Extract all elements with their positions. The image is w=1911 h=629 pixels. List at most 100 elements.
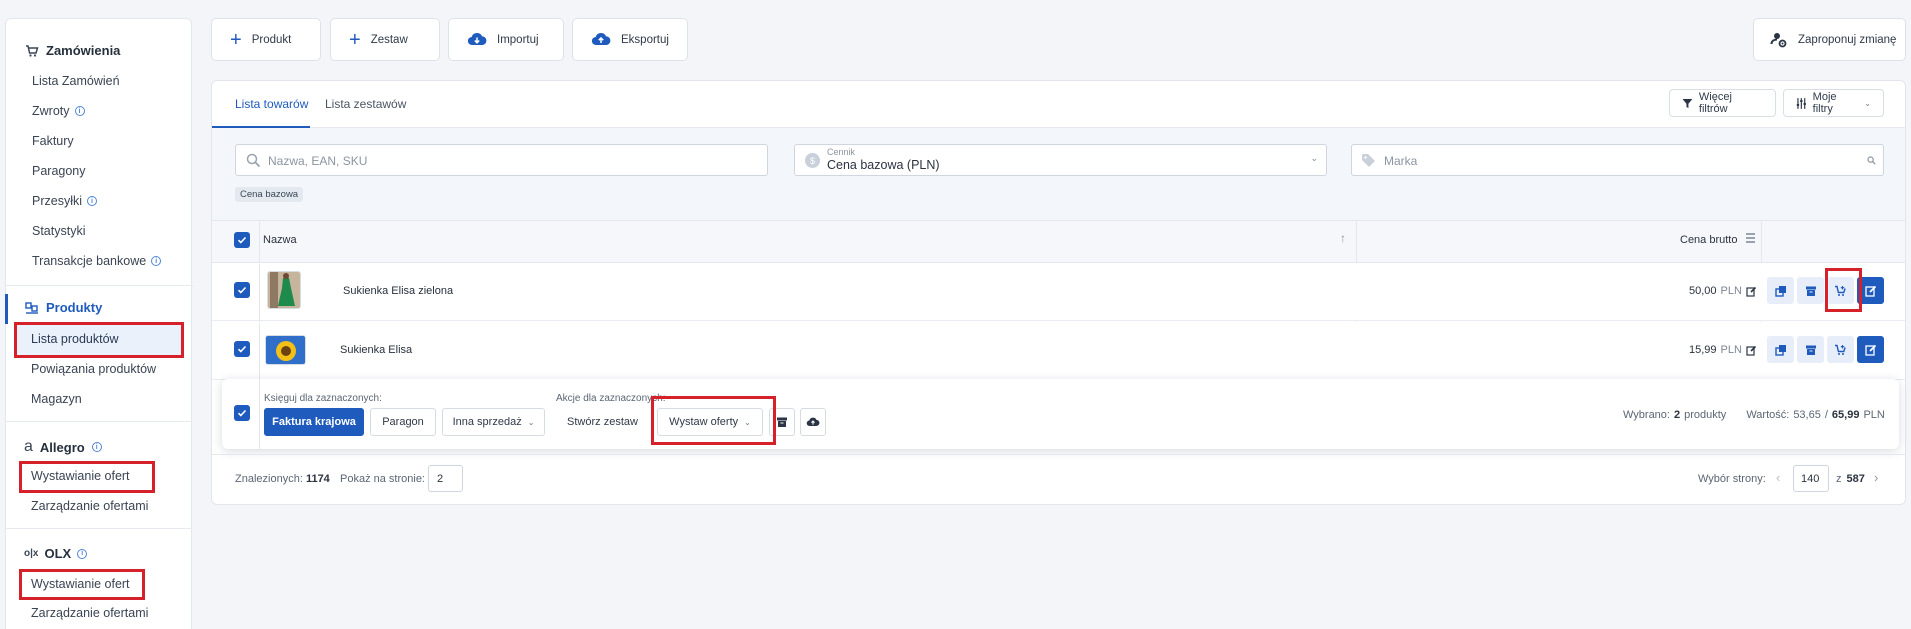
edit-product-button[interactable] — [1857, 277, 1884, 304]
add-product-button[interactable]: + Produkt — [211, 18, 321, 61]
list-offer-button[interactable] — [1827, 336, 1854, 363]
pricelist-value: Cena bazowa (PLN) — [827, 158, 940, 172]
sidebar-item-invoices[interactable]: Faktury — [32, 134, 74, 148]
duplicate-button[interactable] — [1767, 336, 1794, 363]
add-set-button[interactable]: + Zestaw — [330, 18, 440, 61]
receipt-button[interactable]: Paragon — [370, 408, 436, 436]
sidebar-item-product-list[interactable]: Lista produktów — [31, 332, 119, 346]
edit-icon[interactable] — [1746, 286, 1757, 297]
duplicate-button[interactable] — [1767, 277, 1794, 304]
pricelist-select[interactable]: $ Cennik Cena bazowa (PLN) ⌄ — [794, 144, 1327, 176]
sidebar-item-warehouse[interactable]: Magazyn — [31, 392, 82, 406]
sidebar-item-returns[interactable]: Zwroty i — [32, 104, 85, 118]
edit-icon[interactable] — [1746, 345, 1757, 356]
brand-placeholder: Marka — [1384, 154, 1418, 168]
page-input[interactable]: 140 — [1793, 465, 1829, 492]
found-count: Znalezionych: 1174 — [235, 473, 330, 485]
product-thumbnail[interactable] — [267, 271, 301, 309]
create-set-button[interactable]: Stwórz zestaw — [555, 408, 650, 436]
page-select-label: Wybór strony: — [1698, 473, 1766, 485]
sidebar-item-product-relations[interactable]: Powiązania produktów — [31, 362, 156, 376]
more-filters-button[interactable]: Więcej filtrów — [1669, 89, 1776, 117]
info-icon[interactable]: i — [87, 196, 98, 206]
sidebar-item-label: Statystyki — [32, 224, 86, 238]
bulk-archive-button[interactable] — [769, 408, 795, 436]
bulk-select-checkbox[interactable] — [234, 405, 250, 421]
allegro-logo-icon: a — [24, 438, 33, 455]
info-icon[interactable]: i — [151, 256, 162, 266]
product-name[interactable]: Sukienka Elisa — [340, 344, 412, 356]
sidebar-item-statistics[interactable]: Statystyki — [32, 224, 86, 238]
sidebar-item-olx-post-offers[interactable]: Wystawianie ofert — [31, 577, 130, 591]
archive-icon — [1805, 286, 1816, 296]
suggest-change-button[interactable]: Zaproponuj zmianę — [1753, 18, 1906, 61]
list-offer-button[interactable] — [1827, 277, 1854, 304]
import-button[interactable]: Importuj — [448, 18, 564, 61]
sidebar-item-allegro-post-offers[interactable]: Wystawianie ofert — [31, 469, 130, 483]
tab-sets-list[interactable]: Lista zestawów — [325, 97, 406, 111]
info-icon[interactable]: i — [74, 106, 85, 116]
sidebar-item-bank-transactions[interactable]: Transakcje bankowe i — [32, 254, 162, 268]
table-row[interactable] — [212, 263, 1905, 321]
bulk-export-button[interactable] — [800, 408, 826, 436]
column-menu-icon[interactable] — [1746, 233, 1755, 243]
copy-icon — [1774, 285, 1786, 297]
product-thumbnail[interactable] — [265, 335, 306, 365]
my-filters-dropdown[interactable]: Moje filtry ⌄ — [1783, 89, 1884, 117]
cart-add-icon — [1835, 285, 1846, 296]
row-checkbox[interactable] — [234, 341, 250, 357]
other-sale-dropdown[interactable]: Inna sprzedaż ⌄ — [442, 408, 545, 436]
column-header-price[interactable]: Cena brutto — [1680, 234, 1737, 246]
export-button[interactable]: Eksportuj — [572, 18, 688, 61]
filter-chip-base-price[interactable]: Cena bazowa — [235, 187, 304, 202]
sidebar-section-orders[interactable]: Zamówienia — [25, 43, 120, 58]
sort-up-icon[interactable]: ↑ — [1340, 231, 1346, 245]
info-icon[interactable]: i — [91, 442, 102, 452]
chevron-left-icon[interactable]: ‹ — [1776, 470, 1780, 485]
table-row[interactable] — [212, 322, 1905, 380]
found-value: 1174 — [305, 473, 330, 485]
sidebar-section-allegro[interactable]: a Allegro i — [24, 438, 102, 456]
archive-button[interactable] — [1797, 336, 1824, 363]
search-input[interactable]: Nazwa, EAN, SKU — [235, 144, 768, 176]
selection-summary: Wybrano: 2 produkty Wartość: 53,65 / 65,… — [1623, 408, 1885, 422]
info-icon[interactable]: i — [77, 548, 88, 559]
import-label: Importuj — [497, 33, 539, 46]
post-offers-dropdown[interactable]: Wystaw oferty ⌄ — [657, 408, 763, 436]
per-page-input[interactable]: 2 — [428, 465, 463, 492]
value-currency: PLN — [1863, 409, 1885, 421]
value-separator: / — [1824, 409, 1828, 421]
brand-select[interactable]: Marka — [1351, 144, 1884, 176]
olx-logo-icon: o|x — [24, 548, 39, 559]
cloud-upload-icon — [806, 417, 820, 426]
price-currency: PLN — [1720, 285, 1742, 297]
product-price: 50,00 PLN — [1689, 285, 1757, 297]
bulk-divider — [259, 379, 260, 449]
domestic-invoice-button[interactable]: Faktura krajowa — [264, 408, 364, 436]
price-currency: PLN — [1720, 344, 1742, 356]
sidebar-section-products[interactable]: Produkty — [25, 300, 102, 315]
sidebar-section-products-title: Produkty — [46, 300, 103, 315]
chevron-right-icon[interactable]: › — [1874, 470, 1878, 485]
sidebar-section-olx[interactable]: o|x OLX i — [24, 546, 88, 561]
column-divider — [259, 323, 260, 380]
sidebar-item-olx-manage-offers[interactable]: Zarządzanie ofertami — [31, 606, 148, 620]
total-pages: 587 — [1846, 473, 1865, 485]
row-checkbox[interactable] — [234, 282, 250, 298]
sidebar-item-receipts[interactable]: Paragony — [32, 164, 86, 178]
select-all-checkbox[interactable] — [234, 232, 250, 248]
sidebar-item-allegro-manage-offers[interactable]: Zarządzanie ofertami — [31, 499, 148, 513]
check-icon — [237, 286, 247, 294]
product-price: 15,99 PLN — [1689, 344, 1757, 356]
sliders-icon — [1796, 97, 1806, 109]
sidebar-item-orders-list[interactable]: Lista Zamówień — [32, 74, 120, 88]
tab-items-list[interactable]: Lista towarów — [235, 97, 308, 111]
sidebar-item-shipments[interactable]: Przesyłki i — [32, 194, 98, 208]
column-header-name[interactable]: Nazwa — [263, 234, 297, 246]
edit-product-button[interactable] — [1857, 336, 1884, 363]
price-value: 15,99 — [1689, 344, 1717, 356]
archive-button[interactable] — [1797, 277, 1824, 304]
page-of-label: z — [1836, 473, 1842, 485]
product-image-sunflower — [266, 336, 305, 364]
product-name[interactable]: Sukienka Elisa zielona — [343, 285, 453, 297]
